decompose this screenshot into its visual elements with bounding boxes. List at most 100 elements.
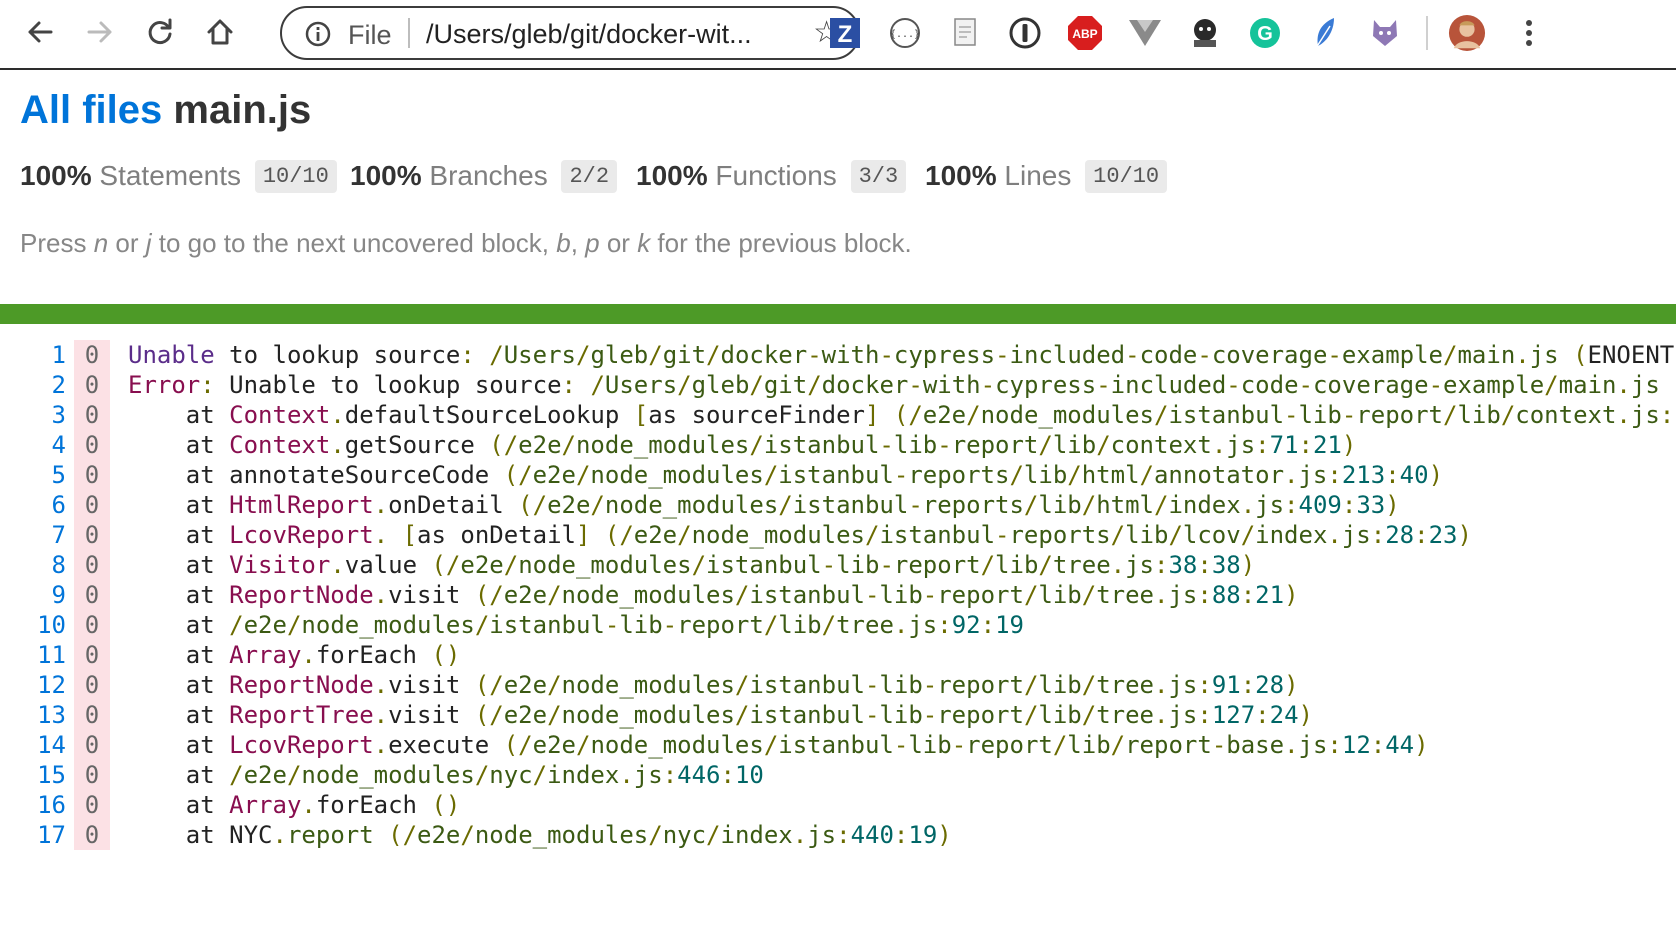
svg-text:G: G — [1257, 23, 1273, 45]
line-source: at LcovReport.execute (/e2e/node_modules… — [185, 731, 1429, 759]
line-hit-count: 0 — [74, 760, 110, 790]
line-hit-count: 0 — [74, 610, 110, 640]
line-hit-count: 0 — [74, 520, 110, 550]
statements-percent: 100% — [20, 160, 92, 191]
code-line: 12 0 at ReportNode.visit (/e2e/node_modul… — [0, 670, 1676, 700]
forward-button[interactable] — [82, 14, 118, 50]
line-source: at Context.defaultSourceLookup [as sourc… — [185, 401, 1675, 429]
line-hit-count: 0 — [74, 670, 110, 700]
line-number[interactable]: 16 — [0, 790, 66, 820]
code-line: 50 at annotateSourceCode (/e2e/node_modu… — [0, 460, 1676, 490]
line-number[interactable]: 14 — [0, 730, 66, 760]
code-line: 2 0 Error: Unable to lookup source: /Users… — [0, 370, 1676, 400]
svg-text:{...}: {...} — [890, 29, 920, 40]
breadcrumb: All files main.js — [20, 88, 311, 133]
code-line: 11 0 at Array.forEach () — [0, 640, 1676, 670]
line-source: at /e2e/node_modules/nyc/index.js:446:10 — [185, 761, 764, 789]
lines-fraction: 10/10 — [1085, 160, 1168, 193]
line-number[interactable]: 7 — [0, 520, 66, 550]
line-number[interactable]: 10 — [0, 610, 66, 640]
functions-metric: 100% Functions 3/3 — [636, 160, 907, 193]
line-hit-count: 0 — [74, 790, 110, 820]
reload-icon — [148, 18, 172, 44]
line-hit-count: 0 — [74, 580, 110, 610]
line-number[interactable]: 6 — [0, 490, 66, 520]
svg-text:ABP: ABP — [1072, 27, 1097, 41]
code-line: 80 at Visitor.value (/e2e/node_modules/i… — [0, 550, 1676, 580]
functions-percent: 100% — [636, 160, 708, 191]
code-line: 15 0 at /e2e/node_modules/nyc/index.js:44… — [0, 760, 1676, 790]
grammarly-icon[interactable]: G — [1246, 14, 1284, 52]
arrow-right-icon — [87, 21, 112, 43]
avatar-icon[interactable] — [1448, 14, 1486, 52]
zotero-icon[interactable]: Z — [826, 14, 864, 52]
keyboard-hint: Press n or j to go to the next uncovered… — [20, 228, 912, 258]
line-number[interactable]: 12 — [0, 670, 66, 700]
onepassword-icon[interactable] — [1006, 14, 1044, 52]
branches-fraction: 2/2 — [561, 160, 618, 193]
line-source: at Context.getSource (/e2e/node_modules/… — [185, 431, 1357, 459]
reload-button[interactable] — [142, 14, 178, 50]
functions-label: Functions — [715, 160, 837, 191]
line-number[interactable]: 9 — [0, 580, 66, 610]
address-bar[interactable]: File /Users/gleb/git/docker-wit... ☆ — [280, 6, 860, 60]
back-button[interactable] — [22, 14, 58, 50]
line-source: Error: Unable to lookup source: /Users/g… — [128, 371, 1660, 399]
vue-devtools-icon[interactable] — [1126, 14, 1164, 52]
line-number[interactable]: 5 — [0, 460, 66, 490]
adblock-plus-icon[interactable]: ABP — [1066, 14, 1104, 52]
line-source: at NYC.report (/e2e/node_modules/nyc/ind… — [185, 821, 952, 849]
document-extension-icon[interactable] — [946, 14, 984, 52]
line-hit-count: 0 — [74, 340, 110, 370]
line-number[interactable]: 13 — [0, 700, 66, 730]
line-number[interactable]: 15 — [0, 760, 66, 790]
line-number[interactable]: 2 — [0, 370, 66, 400]
line-number[interactable]: 4 — [0, 430, 66, 460]
home-button[interactable] — [202, 14, 238, 50]
svg-text:Z: Z — [838, 21, 853, 48]
line-source: at ReportNode.visit (/e2e/node_modules/i… — [185, 671, 1299, 699]
address-url[interactable]: /Users/gleb/git/docker-wit... — [426, 19, 752, 50]
line-source: at Array.forEach () — [185, 791, 461, 819]
line-number[interactable]: 17 — [0, 820, 66, 850]
code-line: 16 0 at Array.forEach () — [0, 790, 1676, 820]
line-source: at Array.forEach () — [185, 641, 461, 669]
kebab-menu-icon[interactable] — [1510, 14, 1548, 52]
home-icon — [207, 19, 233, 45]
line-source: at HtmlReport.onDetail (/e2e/node_module… — [185, 491, 1400, 519]
line-hit-count: 0 — [74, 460, 110, 490]
code-line: 70 at LcovReport. [as onDetail] (/e2e/no… — [0, 520, 1676, 550]
code-line: 13 0 at ReportTree.visit (/e2e/node_modul… — [0, 700, 1676, 730]
source-code-listing: 1 0 Unable to lookup source: /Users/gleb/g… — [0, 340, 1676, 852]
line-hit-count: 0 — [74, 400, 110, 430]
page-title: main.js — [173, 88, 312, 132]
line-number[interactable]: 3 — [0, 400, 66, 430]
line-source: at annotateSourceCode (/e2e/node_modules… — [185, 461, 1444, 489]
coverage-status-bar — [0, 304, 1676, 324]
code-line: 1 0 Unable to lookup source: /Users/gleb/g… — [0, 340, 1676, 370]
line-source: Unable to lookup source: /Users/gleb/git… — [128, 341, 1675, 369]
docker-extension-icon[interactable] — [1186, 14, 1224, 52]
line-number[interactable]: 11 — [0, 640, 66, 670]
statements-metric: 100% Statements 10/10 — [20, 160, 337, 193]
arrow-left-icon — [28, 21, 53, 43]
line-hit-count: 0 — [74, 730, 110, 760]
line-number[interactable]: 1 — [0, 340, 66, 370]
code-line: 17 0 at NYC.report (/e2e/node_modules/nyc… — [0, 820, 1676, 850]
statements-fraction: 10/10 — [254, 160, 337, 193]
line-number[interactable]: 8 — [0, 550, 66, 580]
branches-metric: 100% Branches 2/2 — [350, 160, 618, 193]
feather-extension-icon[interactable] — [1306, 14, 1344, 52]
address-scheme-label: File — [348, 20, 392, 50]
json-viewer-icon[interactable]: {...} — [886, 14, 924, 52]
code-line: 60 at HtmlReport.onDetail (/e2e/node_mod… — [0, 490, 1676, 520]
line-hit-count: 0 — [74, 640, 110, 670]
github-cat-icon[interactable] — [1366, 14, 1404, 52]
info-icon[interactable] — [304, 20, 332, 53]
line-source: at ReportTree.visit (/e2e/node_modules/i… — [185, 701, 1313, 729]
code-line: 40 at Context.getSource (/e2e/node_modul… — [0, 430, 1676, 460]
lines-label: Lines — [1004, 160, 1072, 191]
line-hit-count: 0 — [74, 820, 110, 850]
line-hit-count: 0 — [74, 370, 110, 400]
all-files-link[interactable]: All files — [20, 88, 162, 132]
